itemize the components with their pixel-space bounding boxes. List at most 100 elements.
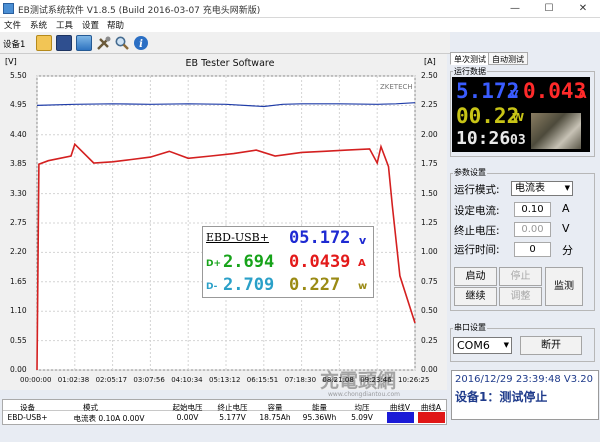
folder-open-icon[interactable] (36, 35, 52, 51)
curve-a-color-swatch[interactable] (418, 412, 445, 423)
lcd-current-unit: A (578, 88, 587, 101)
runtime-input[interactable]: 0 (514, 242, 551, 257)
y-tick-right: 0.25 (421, 335, 438, 345)
lcd-overlay-current-unit: A (358, 258, 366, 269)
y-tick-right: 0.50 (421, 306, 438, 316)
chart-brand: ZKETECH (380, 83, 413, 91)
lcd-overlay-dminus-label: D- (206, 282, 218, 292)
chart-plot (36, 75, 416, 371)
table-cell: 5.177V (219, 413, 246, 422)
adjust-button[interactable]: 调整 (499, 287, 542, 306)
svg-text:i: i (139, 39, 143, 50)
tools-icon[interactable] (96, 35, 112, 51)
lcd-overlay-voltage: 05.172 (289, 228, 351, 248)
run-data-label: 运行数据 (453, 66, 487, 77)
y-tick-left: 0.00 (10, 365, 27, 374)
col-energy: 能量 (312, 403, 327, 412)
window-title: EB测试系统软件 V1.8.5 (Build 2016-03-07 充电头网新版… (18, 6, 261, 16)
y-tick-left: 4.40 (10, 129, 27, 139)
lcd-voltage-unit: V (510, 88, 519, 101)
continue-button[interactable]: 继续 (454, 287, 497, 306)
table-cell: 5.09V (351, 413, 373, 422)
lcd-overlay-power-unit: w (358, 281, 368, 292)
disconnect-button[interactable]: 断开 (520, 336, 582, 355)
stop-button[interactable]: 停止 (499, 267, 542, 286)
start-button[interactable]: 启动 (454, 267, 497, 286)
close-button[interactable]: ✕ (566, 0, 600, 17)
y-tick-right: 1.25 (421, 218, 438, 227)
x-tick-label: 08:21:08 (322, 376, 354, 384)
chevron-down-icon: ▼ (564, 184, 570, 192)
curve-v-color-swatch[interactable] (387, 412, 414, 423)
mode-select[interactable]: 电流表 ▼ (511, 181, 573, 196)
app-icon (3, 3, 14, 14)
watermark-url: www.chongdiantou.com (328, 391, 400, 398)
table-cell: 0.00V (176, 413, 199, 422)
mode-select-value: 电流表 (515, 183, 545, 194)
col-mode: 模式 (83, 403, 98, 412)
set-current-label: 设定电流: (454, 205, 500, 217)
x-tick-label: 05:13:12 (209, 376, 241, 384)
y-tick-left: 1.65 (10, 276, 27, 286)
menu-system[interactable]: 系统 (30, 19, 47, 31)
lcd-overlay: EBD-USB+ 05.172 v D+ 2.694 0.0439 A D- 2… (202, 226, 374, 298)
monitor-icon[interactable] (76, 35, 92, 51)
y-tick-right: 2.50 (421, 71, 438, 80)
device-photo (531, 113, 581, 149)
title-bar: EB测试系统软件 V1.8.5 (Build 2016-03-07 充电头网新版… (0, 0, 600, 18)
stop-voltage-unit: V (562, 222, 570, 235)
maximize-button[interactable]: ☐ (532, 0, 566, 17)
tab-auto-test[interactable]: 自动测试 (488, 52, 528, 65)
runtime-label: 运行时间: (454, 244, 500, 256)
y-tick-left: 5.50 (10, 71, 27, 80)
menu-tools[interactable]: 工具 (56, 19, 73, 31)
col-end-voltage: 终止电压 (217, 403, 248, 412)
x-tick-label: 06:15:51 (246, 376, 279, 384)
y-tick-right: 1.50 (421, 188, 438, 198)
col-device: 设备 (20, 403, 35, 412)
y-tick-right: 1.75 (421, 159, 438, 169)
y-tick-left: 1.10 (10, 306, 27, 316)
device-selector[interactable]: 设备1 (3, 38, 25, 50)
tab-single-test[interactable]: 单次测试 (450, 52, 490, 65)
col-capacity: 容量 (267, 403, 283, 412)
lcd-time: 10:26 (456, 128, 511, 149)
runtime-unit: 分 (562, 244, 573, 257)
stop-voltage-label: 终止电压: (454, 225, 500, 237)
status-timestamp: 2016/12/29 23:39:48 V3.20 (455, 374, 594, 385)
lcd-overlay-power: 0.227 (289, 275, 341, 295)
y-tick-left: 2.20 (10, 247, 27, 257)
x-tick-label: 10:26:25 (398, 376, 430, 384)
minimize-button[interactable]: — (498, 0, 532, 17)
y-tick-left: 0.55 (10, 335, 27, 345)
table-cell: 95.36Wh (302, 413, 337, 422)
menu-settings[interactable]: 设置 (82, 19, 99, 31)
menu-help[interactable]: 帮助 (107, 19, 124, 31)
info-icon[interactable]: i (133, 35, 149, 51)
table-cell: EBD-USB+ (7, 413, 48, 422)
toolbar: 设备1 i (0, 32, 450, 54)
table-cell: 18.75Ah (259, 413, 291, 422)
stop-voltage-input[interactable]: 0.00 (514, 222, 551, 237)
col-start-voltage: 起始电压 (172, 403, 203, 412)
y-tick-left: 3.85 (10, 159, 27, 169)
lcd-overlay-current: 0.0439 (289, 252, 351, 272)
lcd-overlay-voltage-unit: v (359, 234, 367, 247)
port-select[interactable]: COM6 ▼ (453, 337, 512, 354)
menu-bar: 文件 系统 工具 设置 帮助 (0, 18, 600, 32)
x-tick-label: 02:05:17 (95, 376, 128, 384)
set-current-input[interactable]: 0.10 (514, 202, 551, 217)
monitor-button[interactable]: 监测 (545, 267, 583, 306)
port-label: 串口设置 (453, 322, 487, 333)
search-icon[interactable] (114, 35, 130, 51)
port-select-value: COM6 (457, 339, 490, 352)
params-label: 参数设置 (453, 167, 487, 178)
menu-file[interactable]: 文件 (4, 19, 21, 31)
set-current-unit: A (562, 202, 570, 215)
lcd-power: 00.22 (456, 104, 520, 128)
x-tick-label: 03:07:56 (133, 376, 165, 384)
col-avg-voltage: 均压 (354, 403, 370, 412)
mode-label: 运行模式: (454, 184, 500, 196)
x-tick-label: 04:10:34 (171, 376, 203, 384)
save-icon[interactable] (56, 35, 72, 51)
